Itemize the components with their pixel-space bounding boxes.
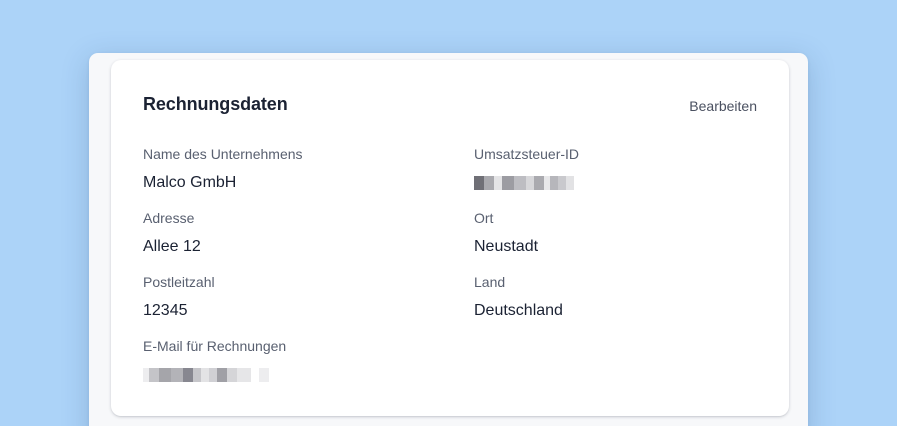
card-title: Rechnungsdaten: [143, 94, 288, 114]
address-label: Adresse: [143, 210, 195, 226]
country-label: Land: [474, 274, 506, 290]
country-value: Deutschland: [474, 302, 563, 319]
postal-code-value: 12345: [143, 302, 188, 319]
vat-id-redacted-value: [474, 173, 774, 192]
invoice-email-redacted-value: [143, 365, 443, 384]
vat-id-label: Umsatzsteuer-ID: [474, 146, 580, 162]
postal-code-label: Postleitzahl: [143, 274, 215, 290]
field-address: Adresse Allee 12: [143, 210, 443, 256]
field-vat-id: Umsatzsteuer-ID: [474, 146, 774, 192]
field-postal-code: Postleitzahl 12345: [143, 274, 443, 320]
billing-details-card: Rechnungsdaten Bearbeiten Name des Unter…: [111, 60, 789, 416]
field-city: Ort Neustadt: [474, 210, 774, 256]
city-label: Ort: [474, 210, 494, 226]
edit-button[interactable]: Bearbeiten: [689, 98, 757, 114]
company-name-value: Malco GmbH: [143, 174, 237, 191]
field-invoice-email: E-Mail für Rechnungen: [143, 338, 443, 384]
invoice-email-label: E-Mail für Rechnungen: [143, 338, 287, 354]
field-country: Land Deutschland: [474, 274, 774, 320]
company-name-label: Name des Unternehmens: [143, 146, 303, 162]
field-company-name: Name des Unternehmens Malco GmbH: [143, 146, 443, 192]
city-value: Neustadt: [474, 238, 539, 255]
address-value: Allee 12: [143, 238, 201, 255]
